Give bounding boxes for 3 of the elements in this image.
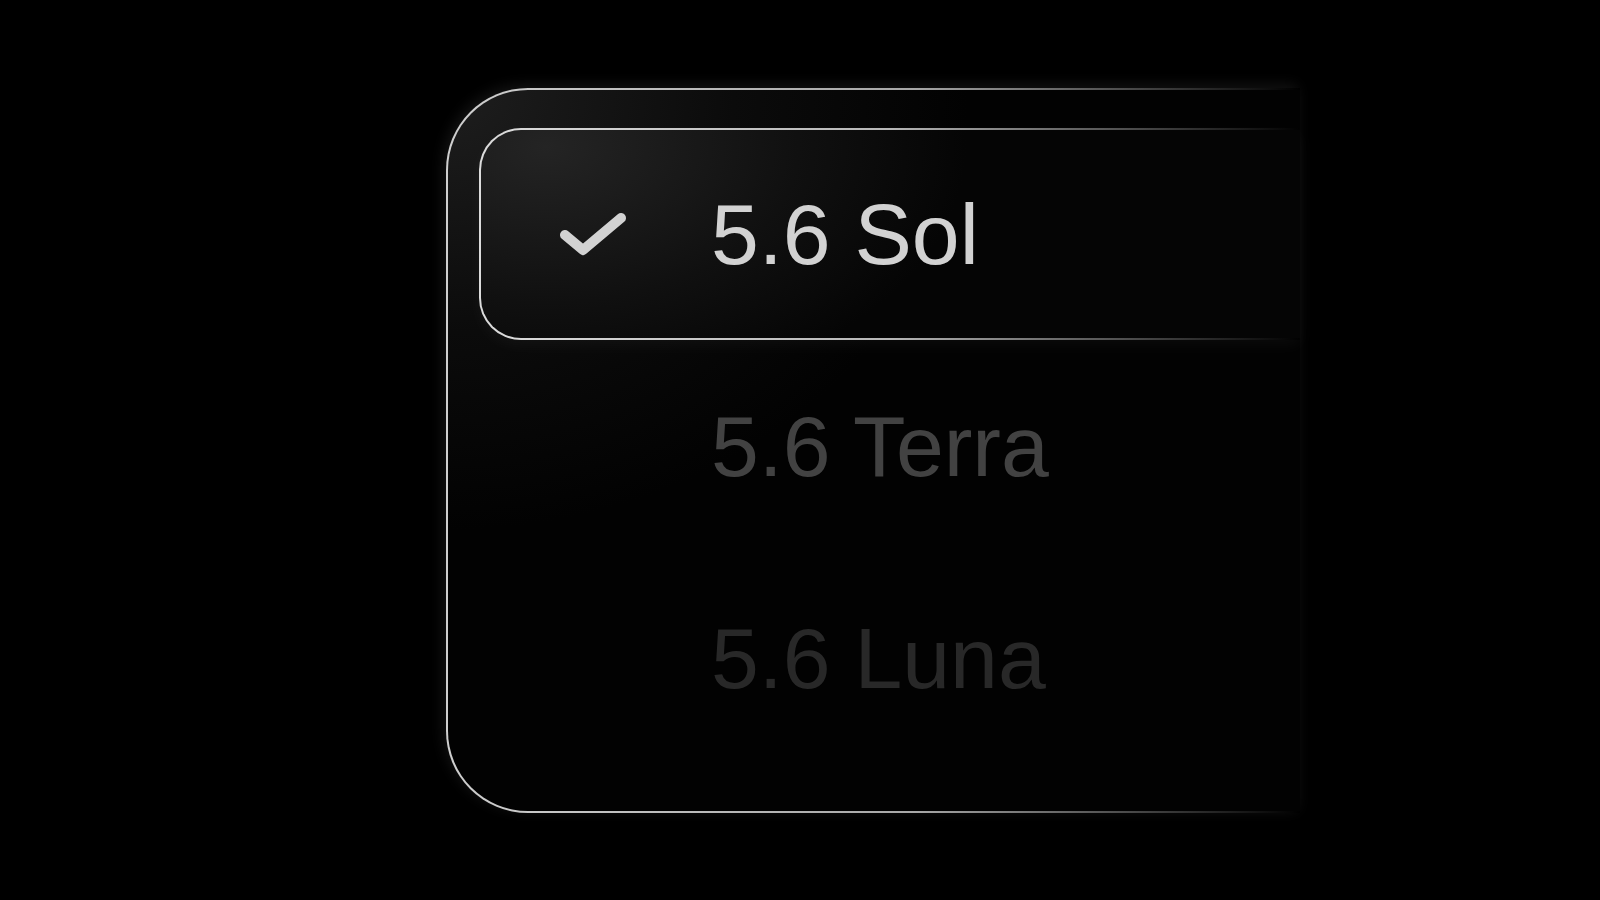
menu-option[interactable]: 5.6 Terra bbox=[479, 340, 1300, 552]
check-icon bbox=[559, 212, 627, 256]
menu-option[interactable]: 5.6 Sol bbox=[479, 128, 1300, 340]
